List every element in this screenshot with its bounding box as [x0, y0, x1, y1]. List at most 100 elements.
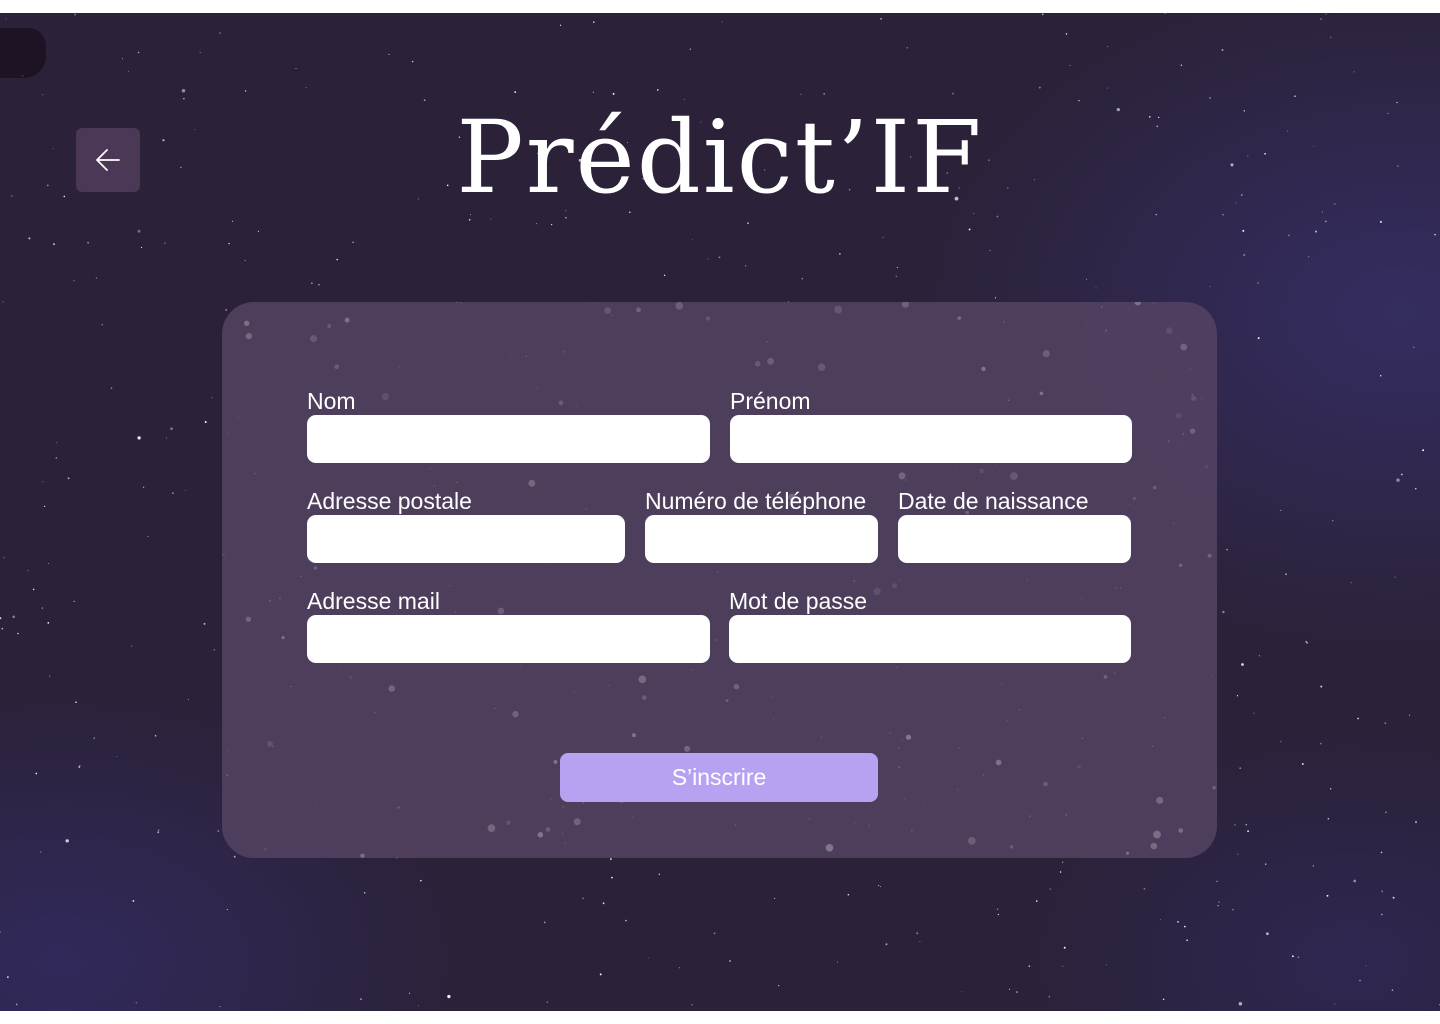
star [219, 1005, 221, 1008]
star [1391, 989, 1394, 991]
email-input[interactable] [307, 615, 710, 663]
star [1221, 48, 1224, 51]
dust-speck [487, 824, 496, 832]
star [47, 622, 50, 624]
star [184, 490, 186, 492]
star [1253, 712, 1255, 714]
adresse-postale-input[interactable] [307, 515, 625, 563]
signup-form-card: Nom Prénom Adresse postale Numéro de tél… [222, 302, 1217, 858]
star [1280, 740, 1282, 743]
star [74, 13, 77, 16]
star [593, 21, 595, 23]
star [1247, 830, 1249, 832]
star [1327, 818, 1330, 820]
dust-speck [573, 818, 581, 826]
signup-submit-button[interactable]: S’inscrire [560, 753, 878, 802]
star [199, 52, 201, 53]
star [121, 58, 123, 60]
star [1243, 254, 1246, 256]
dust-speck [309, 335, 318, 343]
star [1400, 473, 1403, 476]
telephone-input[interactable] [645, 515, 878, 563]
star [1038, 86, 1041, 89]
dust-speck [873, 587, 881, 596]
dust-speck [1132, 496, 1137, 501]
star [1217, 905, 1219, 907]
star [1359, 979, 1361, 982]
star [839, 253, 841, 255]
dust-speck [381, 393, 390, 401]
nom-label: Nom [307, 388, 356, 414]
star [110, 387, 113, 389]
dust-speck [1153, 830, 1161, 839]
star [989, 250, 991, 252]
dust-speck [334, 364, 340, 370]
star [137, 436, 141, 440]
star [1105, 964, 1107, 966]
star [408, 992, 411, 994]
star [1434, 233, 1436, 236]
star [1232, 908, 1234, 911]
star [1162, 998, 1165, 1001]
dust-speck [995, 759, 1002, 766]
star [87, 241, 90, 244]
dust-speck [1150, 842, 1158, 850]
star [1086, 278, 1088, 280]
star [1301, 763, 1304, 765]
star [1245, 824, 1248, 826]
dust-speck [1039, 391, 1044, 396]
dust-speck [1191, 395, 1197, 401]
star [882, 236, 884, 238]
star [1059, 871, 1062, 873]
star [1048, 996, 1050, 998]
star [2, 301, 4, 303]
dust-speck [243, 320, 250, 327]
star [1226, 549, 1228, 551]
star [244, 90, 247, 92]
star [157, 831, 160, 834]
dust-speck [553, 759, 558, 764]
date-naissance-input[interactable] [898, 515, 1131, 563]
star [1186, 939, 1188, 942]
star [132, 899, 135, 902]
star [203, 622, 206, 625]
star [657, 89, 659, 91]
star [0, 617, 2, 620]
star [1218, 901, 1220, 903]
star [137, 51, 140, 54]
star [1106, 87, 1108, 89]
nom-input[interactable] [307, 415, 710, 463]
dust-speck [604, 307, 611, 314]
dust-speck [754, 360, 761, 367]
star [919, 941, 921, 942]
star [131, 645, 133, 647]
star [217, 830, 220, 832]
star [40, 851, 42, 853]
dust-speck [705, 316, 711, 321]
star [352, 241, 354, 244]
star [127, 70, 129, 72]
dust-speck [1134, 302, 1142, 306]
star [1239, 767, 1242, 770]
star [896, 266, 899, 269]
mot-de-passe-input[interactable] [729, 615, 1131, 663]
dust-speck [537, 832, 544, 838]
star [1234, 824, 1236, 826]
star [1237, 853, 1239, 855]
star [847, 893, 850, 896]
star [388, 53, 390, 56]
star [48, 675, 51, 677]
star [187, 699, 189, 700]
dust-speck [281, 636, 285, 640]
star [1380, 375, 1382, 377]
star [93, 737, 95, 739]
star [411, 60, 414, 63]
star [691, 1004, 693, 1006]
star [1160, 918, 1162, 921]
star [73, 280, 75, 282]
star [95, 277, 98, 279]
dust-speck [905, 734, 912, 740]
prenom-input[interactable] [730, 415, 1132, 463]
dust-speck [631, 733, 636, 738]
star [1394, 576, 1396, 578]
